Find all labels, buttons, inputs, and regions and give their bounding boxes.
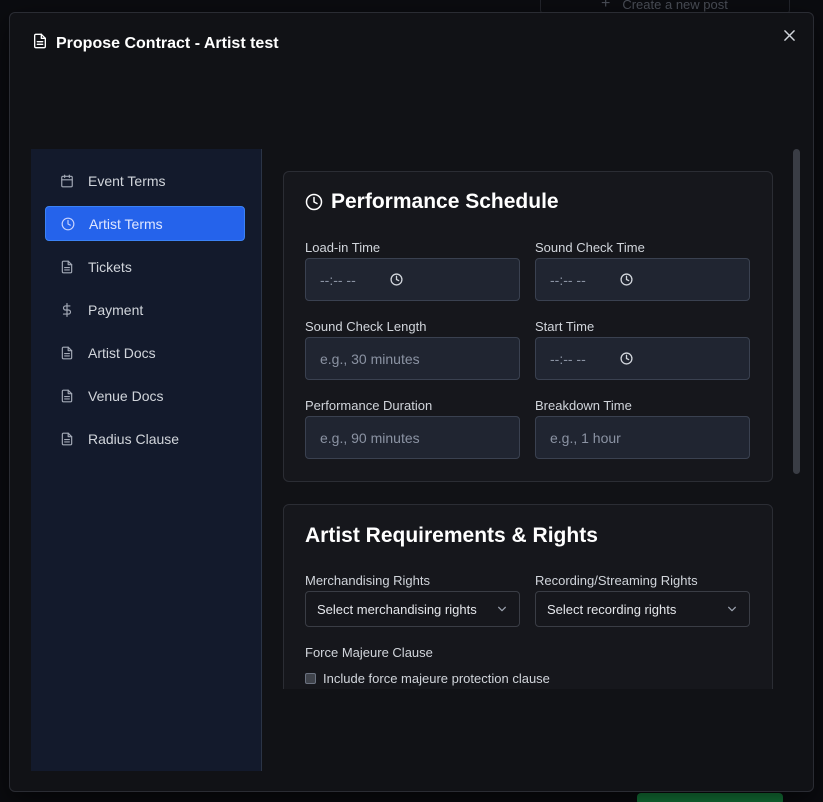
sidebar-item-event-terms[interactable]: Event Terms [45,163,245,198]
recording-rights-label: Recording/Streaming Rights [535,573,698,588]
input-placeholder: e.g., 1 hour [550,429,621,446]
clock-icon[interactable] [390,273,403,286]
document-icon [60,260,74,274]
sidebar-item-radius-clause[interactable]: Radius Clause [45,421,245,456]
load-in-time-input[interactable]: --:-- -- [305,258,520,301]
input-placeholder: e.g., 30 minutes [320,350,420,367]
load-in-time-label: Load-in Time [305,240,381,255]
time-value: --:-- -- [550,350,586,367]
dollar-icon [60,302,74,317]
sidebar-item-label: Payment [88,301,144,318]
calendar-icon [60,174,74,188]
start-time-input[interactable]: --:-- -- [535,337,750,380]
section-title: Performance Schedule [331,190,559,213]
performance-schedule-card: Performance Schedule Load-in Time --:-- … [283,171,773,482]
scrollbar-thumb[interactable] [793,149,800,474]
artist-requirements-title: Artist Requirements & Rights [305,524,598,548]
sidebar-item-artist-terms[interactable]: Artist Terms [45,206,245,241]
sidebar-item-label: Artist Terms [89,215,163,232]
start-time-label: Start Time [535,319,595,334]
sidebar-item-label: Tickets [88,258,132,275]
checkbox-label: Include force majeure protection clause [323,671,550,686]
time-value: --:-- -- [550,271,586,288]
chevron-down-icon [498,606,506,612]
sidebar-item-tickets[interactable]: Tickets [45,249,245,284]
close-icon [783,29,795,41]
select-value: Select recording rights [547,601,677,617]
artist-requirements-card: Artist Requirements & Rights Merchandisi… [283,504,773,689]
sidebar-item-label: Venue Docs [88,387,164,404]
input-placeholder: e.g., 90 minutes [320,429,420,446]
sidebar-item-label: Artist Docs [88,344,156,361]
close-button[interactable] [779,25,799,45]
time-value: --:-- -- [320,271,356,288]
sidebar-item-artist-docs[interactable]: Artist Docs [45,335,245,370]
sidebar-nav: Event Terms Artist Terms Tickets Payment [45,163,245,464]
recording-rights-select[interactable]: Select recording rights [535,591,750,627]
breakdown-time-input[interactable]: e.g., 1 hour [535,416,750,459]
content-scrollbar[interactable] [793,149,800,689]
sidebar-item-payment[interactable]: Payment [45,292,245,327]
clock-icon[interactable] [620,273,633,286]
section-title: Artist Requirements & Rights [305,524,598,547]
force-majeure-option[interactable]: Include force majeure protection clause [305,671,550,686]
performance-duration-label: Performance Duration [305,398,433,413]
sidebar-item-venue-docs[interactable]: Venue Docs [45,378,245,413]
clock-icon [61,217,75,231]
clock-icon [305,193,323,211]
sound-check-length-label: Sound Check Length [305,319,427,334]
breakdown-time-label: Breakdown Time [535,398,632,413]
modal-title: Propose Contract - Artist test [56,34,279,52]
chevron-down-icon [728,606,736,612]
select-value: Select merchandising rights [317,601,477,617]
create-post-label: Create a new post [622,0,728,12]
background-green-button [637,793,783,802]
clock-icon[interactable] [620,352,633,365]
merchandising-rights-select[interactable]: Select merchandising rights [305,591,520,627]
propose-contract-modal: Propose Contract - Artist test Event Ter… [9,12,814,792]
contract-sections-sidebar: Event Terms Artist Terms Tickets Payment [31,149,262,771]
performance-schedule-title: Performance Schedule [305,190,559,214]
document-icon [60,389,74,403]
document-icon [60,346,74,360]
sound-check-time-input[interactable]: --:-- -- [535,258,750,301]
modal-header: Propose Contract - Artist test [32,33,279,54]
force-majeure-checkbox[interactable] [305,673,316,684]
sidebar-item-label: Radius Clause [88,430,180,447]
merchandising-rights-label: Merchandising Rights [305,573,431,588]
contract-form-content[interactable]: Performance Schedule Load-in Time --:-- … [262,149,802,689]
document-icon [60,432,74,446]
performance-duration-input[interactable]: e.g., 90 minutes [305,416,520,459]
document-icon [32,33,48,54]
sound-check-length-input[interactable]: e.g., 30 minutes [305,337,520,380]
sound-check-time-label: Sound Check Time [535,240,645,255]
sidebar-item-label: Event Terms [88,172,166,189]
force-majeure-label: Force Majeure Clause [305,645,433,660]
